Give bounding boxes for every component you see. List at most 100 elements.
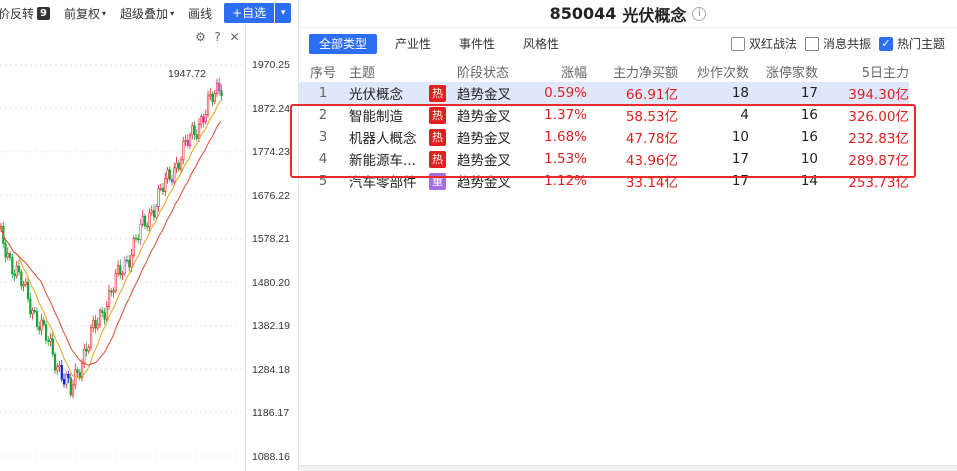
row-tag-cell: 热 bbox=[429, 104, 455, 126]
chart-icons: ⚙ ? ✕ bbox=[194, 30, 241, 44]
candle-body bbox=[125, 259, 129, 262]
candle-body bbox=[44, 324, 48, 341]
candle-body bbox=[87, 346, 90, 352]
table-row[interactable]: 1 光伏概念 热 趋势金叉 0.59% 66.91亿 18 17 394.30亿 bbox=[299, 82, 909, 104]
chevron-down-icon: ▾ bbox=[102, 8, 107, 18]
horizontal-scrollbar[interactable] bbox=[299, 465, 957, 471]
candle-body bbox=[22, 284, 25, 287]
type-tabs: 全部类型 产业性 事件性 风格性 双红战法 消息共振 ✓ 热门主题 bbox=[299, 28, 957, 60]
candle-body bbox=[152, 210, 156, 218]
candle-body bbox=[83, 348, 86, 364]
row-theme-name: 光伏概念 bbox=[347, 82, 429, 104]
checkbox-news-resonance[interactable]: 消息共振 bbox=[804, 35, 871, 52]
row-net-buy: 47.78亿 bbox=[625, 131, 678, 147]
close-icon[interactable]: ✕ bbox=[228, 30, 241, 44]
row-theme-name: 智能制造 bbox=[349, 109, 403, 125]
tab-style[interactable]: 风格性 bbox=[513, 34, 569, 54]
axis-tick-label: 1284.18 bbox=[252, 364, 290, 376]
checkbox-box[interactable] bbox=[730, 36, 745, 51]
checkbox-label: 消息共振 bbox=[822, 37, 871, 51]
tab-industry[interactable]: 产业性 bbox=[385, 34, 441, 54]
candle-body bbox=[92, 319, 95, 329]
toolbar-adjust-dropdown[interactable]: 前复权 ▾ bbox=[64, 5, 106, 22]
candle-body bbox=[137, 238, 140, 240]
candle-body bbox=[166, 169, 169, 179]
kline-canvas[interactable] bbox=[0, 26, 245, 471]
candle-body bbox=[8, 253, 12, 258]
candle-body bbox=[177, 162, 180, 170]
candle-body bbox=[143, 215, 147, 227]
toolbar-draw-button[interactable]: 画线 bbox=[188, 5, 212, 22]
row-change: 1.53% bbox=[544, 151, 587, 167]
info-icon[interactable]: i bbox=[692, 6, 707, 21]
hot-tag: 热 bbox=[429, 84, 446, 102]
candle-body bbox=[121, 273, 124, 276]
candle-body bbox=[47, 339, 50, 342]
row-speculation: 4 bbox=[740, 107, 749, 123]
add-watchlist-button[interactable]: +自选 bbox=[224, 3, 275, 23]
row-5day-main: 289.87亿 bbox=[848, 153, 909, 169]
hot-tag: 热 bbox=[429, 128, 446, 146]
row-5day-main: 326.00亿 bbox=[848, 109, 909, 125]
candle-body bbox=[161, 187, 165, 192]
table-row[interactable]: 3 机器人概念 热 趋势金叉 1.68% 47.78亿 10 16 232.83… bbox=[299, 126, 909, 148]
checkbox-double-red[interactable]: 双红战法 bbox=[730, 35, 797, 52]
candle-body bbox=[211, 93, 214, 102]
candle-body bbox=[89, 327, 93, 348]
candle-body bbox=[40, 319, 43, 331]
checkbox-box[interactable] bbox=[804, 36, 819, 51]
row-5day-main: 232.83亿 bbox=[848, 131, 909, 147]
tab-all-types[interactable]: 全部类型 bbox=[309, 34, 378, 54]
row-theme-name: 汽车零部件 bbox=[349, 175, 417, 191]
toolbar-draw-label: 画线 bbox=[188, 6, 213, 21]
toolbar-overlay-dropdown[interactable]: 超级叠加 ▾ bbox=[120, 5, 174, 22]
row-5day-main: 253.73亿 bbox=[848, 175, 909, 191]
axis-tick-label: 1382.19 bbox=[252, 320, 290, 332]
kline-chart[interactable]: ⚙ ? ✕ 1947.72 bbox=[0, 26, 245, 471]
candle-body bbox=[11, 257, 14, 275]
candle-body bbox=[150, 210, 153, 214]
col-stage[interactable]: 阶段状态 bbox=[455, 60, 527, 82]
row-speculation: 18 bbox=[678, 82, 749, 104]
row-tag-cell: 热 bbox=[429, 126, 455, 148]
table-row[interactable]: 2 智能制造 热 趋势金叉 1.37% 58.53亿 4 16 326.00亿 bbox=[299, 104, 909, 126]
help-icon[interactable]: ? bbox=[211, 30, 224, 44]
row-change: 1.12% bbox=[544, 173, 587, 189]
candle-body bbox=[53, 353, 57, 371]
filter-checkboxes: 双红战法 消息共振 ✓ 热门主题 bbox=[730, 35, 945, 52]
col-net-buy[interactable]: 主力净买额 bbox=[587, 60, 678, 82]
candle-body bbox=[33, 310, 36, 312]
table-row[interactable]: 5 汽车零部件 重 趋势金叉 1.12% 33.14亿 17 14 253.73… bbox=[299, 170, 909, 192]
candle-body bbox=[170, 179, 174, 183]
candle-body bbox=[29, 298, 32, 315]
col-limit-up[interactable]: 涨停家数 bbox=[749, 60, 818, 82]
axis-tick-label: 1872.24 bbox=[252, 103, 290, 115]
col-speculation[interactable]: 炒作次数 bbox=[678, 60, 749, 82]
theme-panel: 850044 光伏概念 i 全部类型 产业性 事件性 风格性 双红战法 消息共振… bbox=[298, 0, 957, 471]
row-theme-name: 新能源车... bbox=[349, 153, 416, 169]
row-change: 1.37% bbox=[544, 107, 587, 123]
tab-event[interactable]: 事件性 bbox=[449, 34, 505, 54]
row-speculation: 10 bbox=[731, 129, 749, 145]
theme-table: 序号 主题 阶段状态 涨幅 主力净买额 炒作次数 涨停家数 5日主力 1 光伏概… bbox=[299, 60, 909, 192]
settings-icon[interactable]: ⚙ bbox=[194, 30, 207, 44]
heavy-tag: 重 bbox=[429, 172, 446, 190]
add-watchlist-dropdown[interactable]: ▾ bbox=[275, 3, 292, 23]
col-5day-main[interactable]: 5日主力 bbox=[818, 60, 909, 82]
row-net-buy: 66.91亿 bbox=[587, 82, 678, 104]
toolbar-reversal-badge: 9 bbox=[37, 6, 51, 20]
candle-body bbox=[186, 139, 189, 146]
row-limit-up: 16 bbox=[800, 129, 818, 145]
checkbox-hot-theme[interactable]: ✓ 热门主题 bbox=[878, 35, 945, 52]
table-row[interactable]: 4 新能源车... 热 趋势金叉 1.53% 43.96亿 17 10 289.… bbox=[299, 148, 909, 170]
candle-body bbox=[58, 365, 61, 368]
col-tag bbox=[429, 60, 455, 82]
col-change[interactable]: 涨幅 bbox=[527, 60, 587, 82]
candle-body bbox=[209, 93, 212, 97]
col-theme[interactable]: 主题 bbox=[347, 60, 429, 82]
col-index[interactable]: 序号 bbox=[299, 60, 347, 82]
check-icon[interactable]: ✓ bbox=[878, 36, 893, 51]
candle-body bbox=[67, 373, 70, 379]
toolbar-reversal[interactable]: 价反转 9 bbox=[0, 5, 51, 22]
candle-body bbox=[164, 178, 167, 192]
